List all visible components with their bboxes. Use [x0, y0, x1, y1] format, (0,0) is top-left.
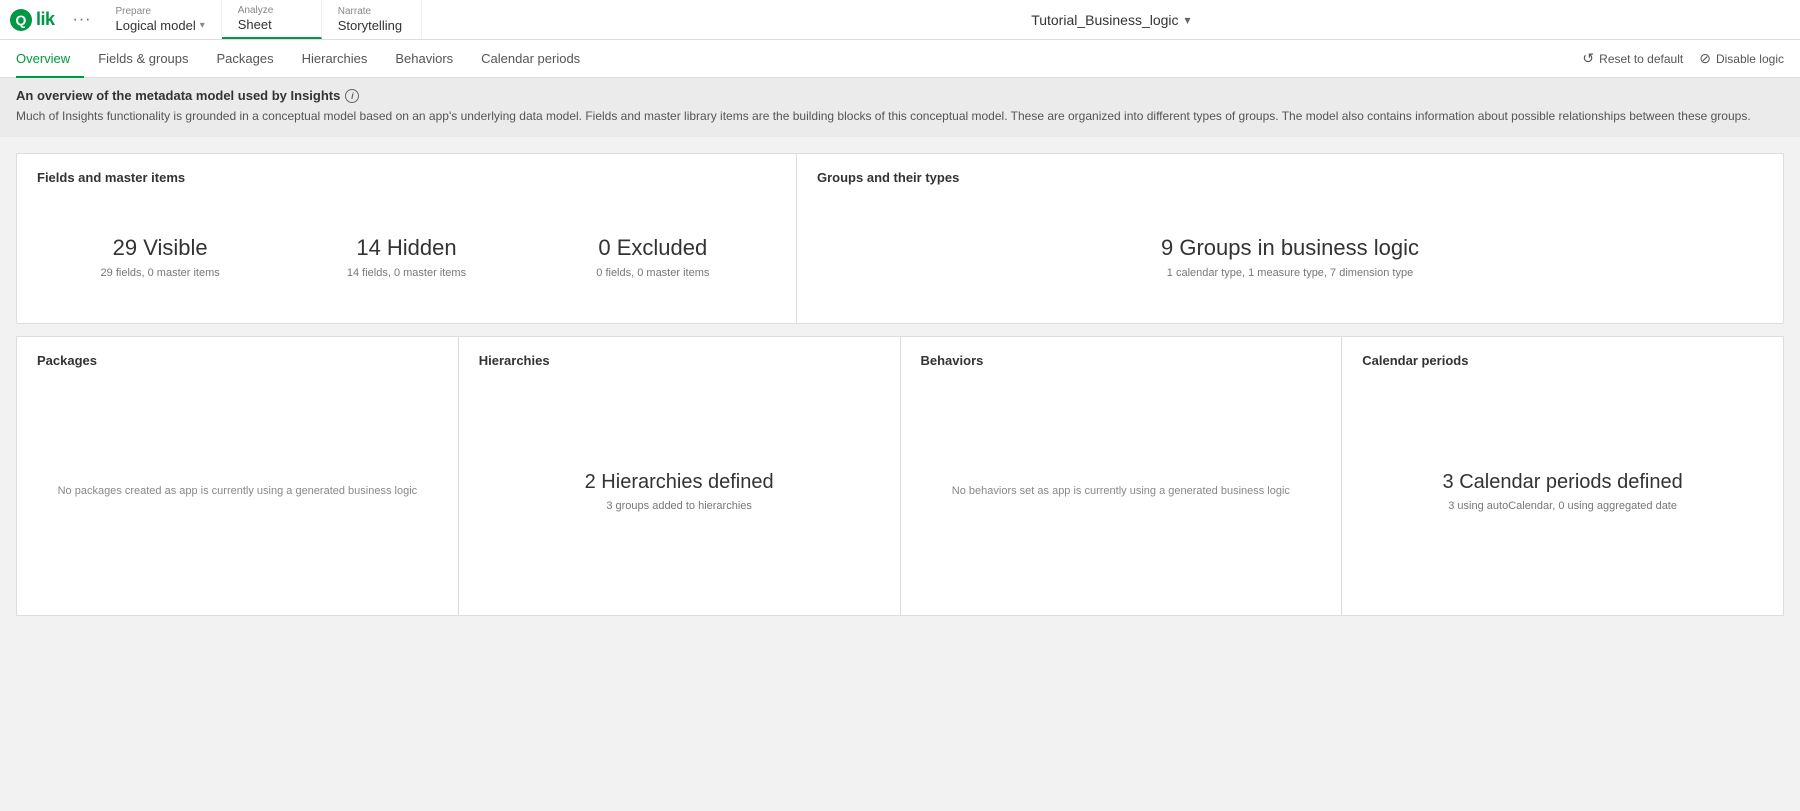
- groups-stat: 9 Groups in business logic 1 calendar ty…: [817, 215, 1763, 299]
- fields-section-title: Fields and master items: [37, 170, 776, 185]
- behaviors-title: Behaviors: [921, 353, 1322, 368]
- tab-behaviors[interactable]: Behaviors: [381, 40, 467, 78]
- main-content: Fields and master items 29 Visible 29 fi…: [0, 137, 1800, 632]
- stat-excluded: 0 Excluded 0 fields, 0 master items: [530, 215, 776, 299]
- prepare-dropdown-arrow: ▾: [200, 20, 205, 31]
- groups-stat-number: 9 Groups in business logic: [1161, 235, 1419, 261]
- stat-excluded-number: 0 Excluded: [540, 235, 766, 261]
- tabs-nav: Overview Fields & groups Packages Hierar…: [0, 40, 1800, 78]
- packages-text: No packages created as app is currently …: [58, 483, 418, 501]
- nav-prepare-label: Prepare: [116, 6, 205, 18]
- tab-overview[interactable]: Overview: [16, 40, 84, 78]
- hierarchies-card: Hierarchies 2 Hierarchies defined 3 grou…: [459, 337, 901, 615]
- top-nav: Q lik ··· Prepare Logical model ▾ Analyz…: [0, 0, 1800, 40]
- disable-logic-button[interactable]: ⊘ Disable logic: [1699, 50, 1784, 67]
- stat-visible-label: 29 fields, 0 master items: [47, 267, 273, 279]
- nav-prepare[interactable]: Prepare Logical model ▾: [100, 0, 222, 39]
- nav-app-name-area: Tutorial_Business_logic ▾: [422, 0, 1800, 39]
- info-banner-title-row: An overview of the metadata model used b…: [16, 88, 1784, 103]
- fields-section: Fields and master items 29 Visible 29 fi…: [17, 154, 797, 323]
- tabs-actions: ↺ Reset to default ⊘ Disable logic: [1582, 50, 1784, 67]
- reset-icon: ↺: [1582, 50, 1594, 67]
- tab-calendar-periods[interactable]: Calendar periods: [467, 40, 594, 78]
- tab-hierarchies[interactable]: Hierarchies: [288, 40, 382, 78]
- calendar-periods-content: 3 Calendar periods defined 3 using autoC…: [1362, 384, 1763, 599]
- stat-excluded-label: 0 fields, 0 master items: [540, 267, 766, 279]
- info-banner-description: Much of Insights functionality is ground…: [16, 107, 1784, 125]
- stat-hidden-number: 14 Hidden: [293, 235, 519, 261]
- info-help-icon[interactable]: i: [345, 89, 359, 103]
- app-name[interactable]: Tutorial_Business_logic: [1031, 12, 1178, 28]
- nav-analyze-title: Sheet: [238, 17, 305, 32]
- stat-hidden-label: 14 fields, 0 master items: [293, 267, 519, 279]
- disable-label: Disable logic: [1716, 52, 1784, 66]
- tab-fields-groups[interactable]: Fields & groups: [84, 40, 202, 78]
- behaviors-content: No behaviors set as app is currently usi…: [921, 384, 1322, 599]
- hierarchies-number: 2 Hierarchies defined: [585, 471, 774, 494]
- qlik-logo: Q lik: [10, 9, 55, 31]
- groups-section-title: Groups and their types: [817, 170, 1763, 185]
- app-name-chevron[interactable]: ▾: [1185, 13, 1191, 27]
- stat-visible: 29 Visible 29 fields, 0 master items: [37, 215, 283, 299]
- reset-label: Reset to default: [1599, 52, 1683, 66]
- hierarchies-title: Hierarchies: [479, 353, 880, 368]
- nav-prepare-title: Logical model: [116, 18, 196, 33]
- hierarchies-sub: 3 groups added to hierarchies: [585, 500, 774, 512]
- calendar-periods-number: 3 Calendar periods defined: [1443, 471, 1683, 494]
- groups-stat-label: 1 calendar type, 1 measure type, 7 dimen…: [1167, 267, 1413, 279]
- fields-stats: 29 Visible 29 fields, 0 master items 14 …: [37, 215, 776, 299]
- hierarchies-content: 2 Hierarchies defined 3 groups added to …: [479, 384, 880, 599]
- nav-narrate-label: Narrate: [338, 6, 405, 18]
- calendar-periods-card: Calendar periods 3 Calendar periods defi…: [1342, 337, 1783, 615]
- info-banner-title-text: An overview of the metadata model used b…: [16, 88, 340, 103]
- stat-visible-number: 29 Visible: [47, 235, 273, 261]
- nav-analyze[interactable]: Analyze Sheet: [222, 0, 322, 39]
- nav-narrate-title: Storytelling: [338, 18, 405, 33]
- tab-packages[interactable]: Packages: [203, 40, 288, 78]
- nav-analyze-label: Analyze: [238, 5, 305, 17]
- disable-icon: ⊘: [1699, 50, 1711, 67]
- calendar-periods-title: Calendar periods: [1362, 353, 1763, 368]
- fields-groups-row: Fields and master items 29 Visible 29 fi…: [16, 153, 1784, 324]
- nav-narrate[interactable]: Narrate Storytelling: [322, 0, 422, 39]
- qlik-text: lik: [36, 9, 55, 30]
- stat-hidden: 14 Hidden 14 fields, 0 master items: [283, 215, 529, 299]
- packages-title: Packages: [37, 353, 438, 368]
- reset-to-default-button[interactable]: ↺ Reset to default: [1582, 50, 1683, 67]
- calendar-periods-sub: 3 using autoCalendar, 0 using aggregated…: [1443, 500, 1683, 512]
- behaviors-card: Behaviors No behaviors set as app is cur…: [901, 337, 1343, 615]
- nav-dots-button[interactable]: ···: [65, 0, 100, 39]
- groups-section: Groups and their types 9 Groups in busin…: [797, 154, 1783, 323]
- bottom-cards-row: Packages No packages created as app is c…: [16, 336, 1784, 616]
- info-banner: An overview of the metadata model used b…: [0, 78, 1800, 137]
- qlik-q-icon: Q: [10, 9, 32, 31]
- logo-area: Q lik: [0, 0, 65, 39]
- behaviors-text: No behaviors set as app is currently usi…: [952, 483, 1290, 501]
- packages-card: Packages No packages created as app is c…: [17, 337, 459, 615]
- packages-content: No packages created as app is currently …: [37, 384, 438, 599]
